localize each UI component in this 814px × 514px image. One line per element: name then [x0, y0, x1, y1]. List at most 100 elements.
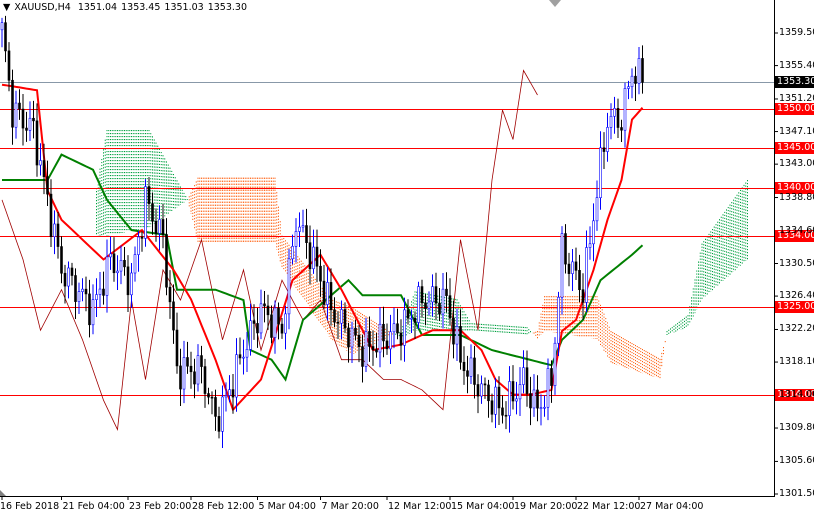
price-axis-label: 1330.50 [779, 257, 814, 269]
candle-bear [452, 317, 455, 345]
candle-bull [427, 301, 431, 309]
candle-bear [4, 22, 7, 52]
candle-bull [455, 326, 459, 345]
candle-bear [462, 361, 466, 372]
candle-bull [287, 258, 291, 315]
candle-bear [165, 234, 168, 288]
candle-bull [67, 267, 70, 287]
price-chart[interactable] [0, 0, 814, 514]
candle-bear [445, 288, 448, 296]
candle-bear [424, 302, 427, 309]
candle-bear [21, 108, 25, 129]
candle-bull [609, 115, 613, 128]
candle-bull [469, 357, 473, 377]
candle-bull [553, 342, 557, 386]
time-axis-label: 16 Feb 2018 [0, 501, 60, 512]
candle-bull [378, 323, 382, 353]
candle-bear [375, 349, 378, 353]
candle-bear [126, 266, 130, 296]
collapse-triangle-icon[interactable]: ▼ [3, 2, 10, 13]
ohlc-high: 1353.45 [121, 2, 161, 13]
candle-bear [361, 346, 364, 367]
candle-bear [11, 79, 14, 128]
candle-bull [98, 288, 102, 295]
candle-bear [154, 220, 158, 234]
candle-bull [389, 331, 392, 350]
candle-bull [539, 407, 543, 410]
candle-bear [385, 340, 389, 350]
candle-bear [333, 309, 336, 323]
time-axis-label: 12 Mar 12:00 [388, 501, 452, 512]
candle-bull [301, 225, 305, 228]
candle-bear [396, 323, 399, 334]
time-axis-label: 21 Feb 04:00 [62, 501, 125, 512]
ohlc-close: 1353.30 [207, 2, 247, 13]
price-axis-label: 1359.50 [779, 27, 814, 38]
price-axis-label: 1351.20 [779, 92, 814, 104]
candle-bull [158, 219, 161, 234]
candle-bull [627, 86, 630, 89]
price-axis-label: 1309.80 [779, 422, 814, 434]
candle-bull [522, 367, 525, 385]
candle-bear [473, 357, 476, 385]
candle-bear [620, 127, 623, 131]
time-axis-label: 19 Mar 20:00 [514, 501, 578, 512]
candle-bear [210, 396, 214, 399]
candle-bear [459, 326, 462, 363]
price-axis-label: 1314.00 [779, 388, 814, 400]
candle-bear [438, 302, 441, 315]
candle-bear [319, 265, 322, 282]
candle-bear [172, 301, 175, 331]
price-axis-label: 1343.00 [779, 158, 814, 170]
indicator-lines [1, 69, 644, 432]
candle-bear [434, 286, 438, 304]
candle-bull [182, 357, 186, 390]
candle-bear [490, 400, 494, 415]
candle-bull [77, 291, 81, 302]
candle-bull [571, 261, 574, 274]
chikou-line [1, 69, 538, 432]
candle-bear [277, 307, 280, 325]
candle-bear [102, 288, 105, 296]
candle-bull [592, 220, 595, 245]
candle-bull [105, 256, 109, 296]
candle-bull [95, 294, 98, 300]
candle-bull [245, 349, 249, 358]
shift-marker-icon[interactable] [549, 0, 561, 7]
candle-bear [42, 160, 46, 177]
candle-bull [14, 102, 18, 128]
candle-bear [49, 193, 53, 238]
candle-bear [529, 393, 532, 409]
time-axis-label: 5 Mar 04:00 [258, 501, 316, 512]
candle-bear [46, 176, 49, 195]
candle-bear [256, 323, 259, 334]
candle-bear [263, 303, 266, 307]
candle-bull [441, 288, 445, 315]
candle-bear [476, 384, 480, 397]
candle-bull [39, 160, 42, 166]
candle-bull [228, 389, 231, 396]
candle-bull [480, 383, 483, 397]
candle-bear [448, 295, 452, 319]
candle-bear [179, 365, 182, 390]
candle-bear [336, 321, 340, 324]
candle-bear [74, 275, 77, 302]
candle-bear [35, 120, 39, 166]
candle-bull [298, 226, 301, 232]
candle-bull [417, 286, 420, 323]
ohlc-low: 1351.03 [164, 2, 204, 13]
candle-bull [403, 309, 406, 346]
candle-bear [574, 261, 578, 271]
candle-bear [252, 320, 256, 324]
candle-bear [60, 246, 63, 274]
price-axis-label: 1318.10 [779, 356, 814, 368]
candle-bull [431, 286, 434, 303]
level-price-tag: 1325.00 [775, 301, 814, 314]
candle-bull [0, 22, 4, 31]
price-axis-label: 1301.50 [779, 488, 814, 499]
ohlc-open: 1351.04 [77, 2, 118, 13]
candle-bear [88, 293, 91, 326]
candle-bear [322, 280, 326, 305]
candle-bear [413, 317, 417, 323]
candle-bull [546, 368, 550, 408]
